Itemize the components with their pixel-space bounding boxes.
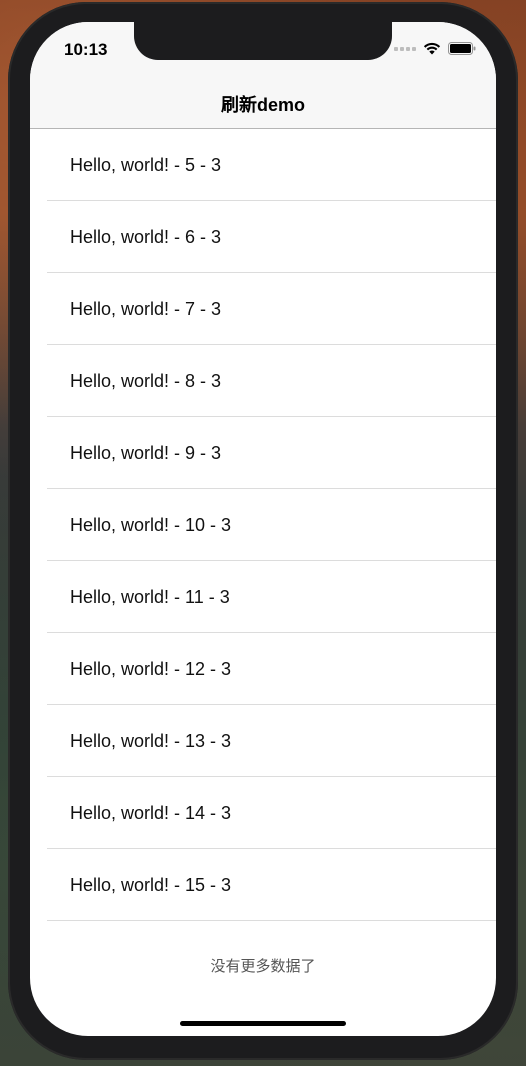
row-label: Hello, world! - 5 - 3: [70, 154, 222, 175]
navigation-bar: 刷新demo: [30, 80, 496, 129]
status-icons: [394, 42, 476, 55]
no-more-data-label: 没有更多数据了: [210, 956, 316, 975]
page-title: 刷新demo: [220, 95, 305, 115]
table-row[interactable]: Hello, world! - 9 - 3: [30, 417, 496, 489]
table-row[interactable]: Hello, world! - 10 - 3: [30, 489, 496, 561]
table-row[interactable]: Hello, world! - 8 - 3: [30, 345, 496, 417]
row-label: Hello, world! - 13 - 3: [70, 730, 232, 751]
phone-screen: 10:13 刷新demo Hello, world! - 5 - 3 Hello…: [30, 22, 496, 1036]
row-label: Hello, world! - 10 - 3: [70, 514, 232, 535]
table-row[interactable]: Hello, world! - 11 - 3: [30, 561, 496, 633]
row-label: Hello, world! - 11 - 3: [70, 586, 230, 607]
table-row[interactable]: Hello, world! - 15 - 3: [30, 849, 496, 921]
status-time: 10:13: [64, 40, 108, 59]
phone-frame: 10:13 刷新demo Hello, world! - 5 - 3 Hello…: [8, 2, 518, 1060]
table-row[interactable]: Hello, world! - 7 - 3: [30, 273, 496, 345]
cellular-signal-icon: [394, 46, 416, 51]
table-row[interactable]: Hello, world! - 6 - 3: [30, 201, 496, 273]
device-notch: [134, 22, 392, 60]
row-label: Hello, world! - 9 - 3: [70, 442, 222, 463]
table-row[interactable]: Hello, world! - 12 - 3: [30, 633, 496, 705]
table-row[interactable]: Hello, world! - 13 - 3: [30, 705, 496, 777]
row-label: Hello, world! - 6 - 3: [70, 226, 222, 247]
wifi-icon: [423, 42, 441, 55]
battery-icon: [448, 42, 476, 55]
load-more-footer: 没有更多数据了: [30, 932, 496, 998]
table-view[interactable]: Hello, world! - 5 - 3 Hello, world! - 6 …: [30, 129, 496, 921]
home-indicator[interactable]: [180, 1021, 346, 1026]
table-row[interactable]: Hello, world! - 5 - 3: [30, 129, 496, 201]
row-label: Hello, world! - 14 - 3: [70, 802, 232, 823]
table-row[interactable]: Hello, world! - 14 - 3: [30, 777, 496, 849]
row-label: Hello, world! - 15 - 3: [70, 874, 232, 895]
row-label: Hello, world! - 7 - 3: [70, 298, 222, 319]
row-label: Hello, world! - 8 - 3: [70, 370, 222, 391]
row-label: Hello, world! - 12 - 3: [70, 658, 232, 679]
